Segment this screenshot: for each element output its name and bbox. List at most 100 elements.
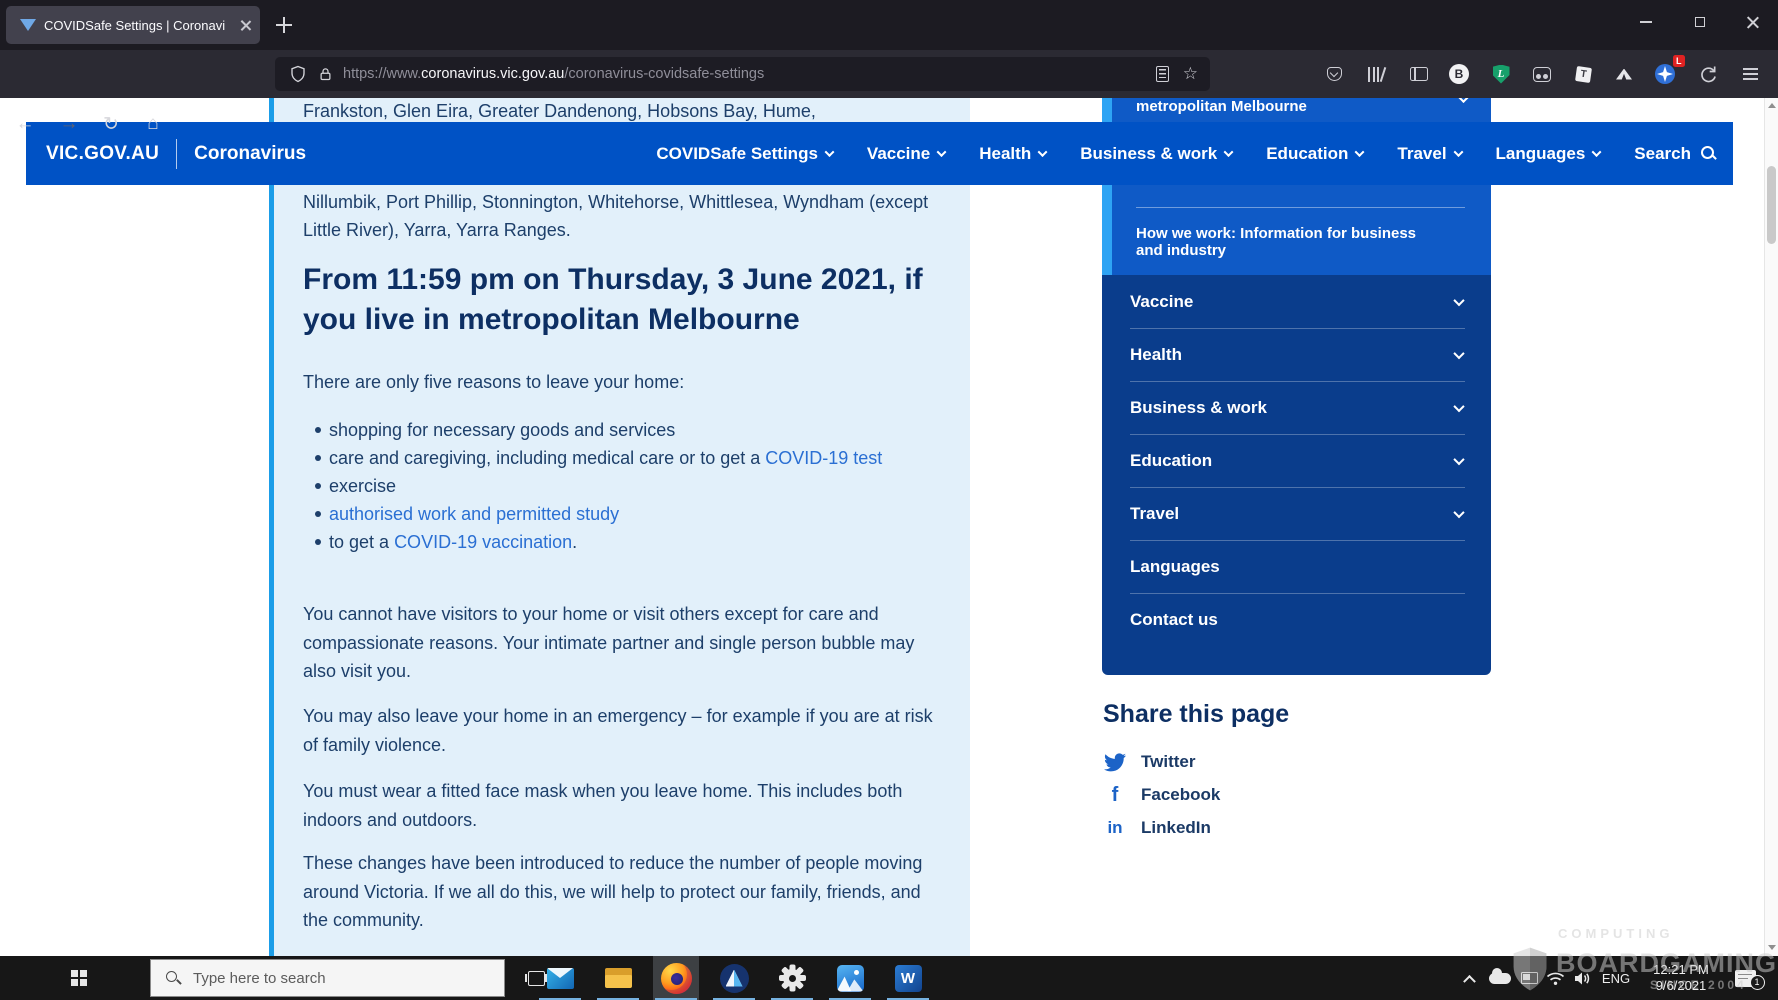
sidebar-item-education[interactable]: Education xyxy=(1102,434,1491,487)
wifi-icon[interactable] xyxy=(1543,956,1567,1000)
word-icon[interactable]: W xyxy=(885,956,931,1000)
nav-item-covidsafe-settings[interactable]: COVIDSafe Settings xyxy=(656,144,833,164)
window-restore-button[interactable] xyxy=(1685,8,1715,36)
body-paragraph: You cannot have visitors to your home or… xyxy=(303,600,948,686)
tab-title: COVIDSafe Settings | Coronavir xyxy=(44,18,226,34)
sidebar-item-health[interactable]: Health xyxy=(1102,328,1491,381)
display-tray-icon[interactable] xyxy=(1517,956,1541,1000)
library-icon[interactable] xyxy=(1363,61,1389,87)
file-explorer-icon[interactable] xyxy=(595,956,641,1000)
tab-close-icon[interactable] xyxy=(239,19,252,32)
bookmark-star-icon[interactable]: ☆ xyxy=(1183,64,1198,84)
chevron-down-icon xyxy=(1355,147,1365,157)
firefox-icon[interactable] xyxy=(653,956,699,1000)
stamp-extension-icon[interactable]: T xyxy=(1570,61,1596,87)
tracking-shield-icon[interactable] xyxy=(289,65,307,83)
taskbar-clock[interactable]: 12:21 PM 9/6/2021 xyxy=(1640,956,1722,1000)
nordvpn-extension-icon[interactable] xyxy=(1611,61,1637,87)
sidebar-item-contact-us[interactable]: Contact us xyxy=(1102,593,1491,646)
reload-button[interactable]: ↻ xyxy=(96,109,126,139)
tray-time: 12:21 PM xyxy=(1653,962,1709,978)
nav-item-label: Vaccine xyxy=(867,144,930,164)
tray-chevron-up-icon[interactable] xyxy=(1458,956,1480,1000)
url-text[interactable]: https://www.coronavirus.vic.gov.au/coron… xyxy=(343,66,764,82)
chevron-down-icon xyxy=(1224,147,1234,157)
nav-item-travel[interactable]: Travel xyxy=(1397,144,1461,164)
photos-icon[interactable] xyxy=(827,956,873,1000)
site-favicon xyxy=(20,19,36,31)
sidebar-item-label: Travel xyxy=(1130,504,1179,524)
nav-item-label: Travel xyxy=(1397,144,1446,164)
site-menu: COVIDSafe Settings Vaccine Health Business … xyxy=(656,144,1600,164)
sidebar-item-label: Health xyxy=(1130,345,1182,365)
chevron-down-icon xyxy=(824,147,834,157)
share-heading: Share this page xyxy=(1103,700,1289,729)
start-button[interactable] xyxy=(56,956,102,1000)
sidebar-item-languages[interactable]: Languages xyxy=(1102,540,1491,593)
browser-tab[interactable]: COVIDSafe Settings | Coronavir xyxy=(6,6,260,44)
share-link-facebook[interactable]: fFacebook xyxy=(1103,783,1220,807)
share-link-linkedin[interactable]: inLinkedIn xyxy=(1103,816,1211,840)
site-search-button[interactable]: Search xyxy=(1634,144,1717,164)
nav-item-languages[interactable]: Languages xyxy=(1496,144,1601,164)
site-navbar: VIC.GOV.AU Coronavirus COVIDSafe Setting… xyxy=(26,122,1733,185)
bitwarden-extension-icon[interactable]: B xyxy=(1446,61,1472,87)
window-close-button[interactable] xyxy=(1738,8,1768,36)
onedrive-cloud-icon[interactable] xyxy=(1487,956,1513,1000)
notification-center-icon[interactable]: 1 xyxy=(1725,956,1765,1000)
watermark-top-text: COMPUTING xyxy=(1558,926,1673,941)
sidebar-item-how-we-work[interactable]: How we work: Information for business an… xyxy=(1136,225,1436,259)
nav-item-business-work[interactable]: Business & work xyxy=(1080,144,1232,164)
scrollbar-thumb[interactable] xyxy=(1767,166,1776,244)
forward-button[interactable]: → xyxy=(54,109,84,139)
sidebar-item-business-work[interactable]: Business & work xyxy=(1102,381,1491,434)
pocket-icon[interactable] xyxy=(1321,61,1347,87)
nav-item-education[interactable]: Education xyxy=(1266,144,1363,164)
window-minimize-button[interactable] xyxy=(1631,8,1661,36)
sidebar-item-vaccine[interactable]: Vaccine xyxy=(1102,275,1491,328)
page-scrollbar[interactable] xyxy=(1764,98,1778,956)
nav-item-vaccine[interactable]: Vaccine xyxy=(867,144,945,164)
reader-view-icon[interactable] xyxy=(1156,66,1169,82)
inline-link[interactable]: COVID-19 vaccination xyxy=(394,532,572,552)
keyboard-language[interactable]: ENG xyxy=(1598,956,1634,1000)
inline-link[interactable]: COVID-19 test xyxy=(765,448,882,468)
languagetool-extension-icon[interactable]: L xyxy=(1488,61,1514,87)
list-item: exercise xyxy=(303,472,948,500)
volume-icon[interactable] xyxy=(1570,956,1594,1000)
chevron-down-icon xyxy=(1453,347,1464,358)
url-bar[interactable]: https://www.coronavirus.vic.gov.au/coron… xyxy=(275,57,1210,91)
body-paragraph: You must wear a fitted face mask when yo… xyxy=(303,777,948,834)
back-button[interactable]: ← xyxy=(10,109,40,139)
pinwheel-extension-icon[interactable]: L xyxy=(1652,61,1678,87)
vic-gov-logo[interactable]: VIC.GOV.AU xyxy=(46,143,159,165)
brand-divider xyxy=(176,139,177,169)
sidebar-item-label: Business & work xyxy=(1130,398,1267,418)
menu-hamburger-icon[interactable] xyxy=(1737,61,1763,87)
nordvpn-icon[interactable] xyxy=(711,956,757,1000)
sidebar-item-label: Education xyxy=(1130,451,1212,471)
sidebar-toggle-icon[interactable] xyxy=(1406,61,1432,87)
taskbar-search[interactable]: Type here to search xyxy=(150,959,505,997)
nav-item-label: Health xyxy=(979,144,1031,164)
mail-icon[interactable] xyxy=(537,956,583,1000)
chevron-down-icon xyxy=(1453,294,1464,305)
nav-item-health[interactable]: Health xyxy=(979,144,1046,164)
sidebar-item-travel[interactable]: Travel xyxy=(1102,487,1491,540)
extension-two-dots-icon[interactable] xyxy=(1529,61,1555,87)
site-name[interactable]: Coronavirus xyxy=(194,143,306,165)
home-button[interactable]: ⌂ xyxy=(138,109,168,139)
share-link-twitter[interactable]: Twitter xyxy=(1103,750,1195,774)
sync-arrow-icon[interactable] xyxy=(1695,61,1721,87)
lock-icon[interactable] xyxy=(318,66,333,83)
new-tab-button[interactable] xyxy=(276,17,292,33)
scroll-down-icon[interactable] xyxy=(1768,945,1776,950)
body-paragraph: You may also leave your home in an emerg… xyxy=(303,702,948,759)
chevron-down-icon xyxy=(1453,506,1464,517)
linkedin-icon: in xyxy=(1103,816,1127,840)
facebook-icon: f xyxy=(1103,783,1127,807)
settings-gear-icon[interactable] xyxy=(769,956,815,1000)
scroll-up-icon[interactable] xyxy=(1768,103,1776,108)
chevron-down-icon xyxy=(1592,147,1602,157)
inline-link[interactable]: authorised work and permitted study xyxy=(329,504,619,524)
